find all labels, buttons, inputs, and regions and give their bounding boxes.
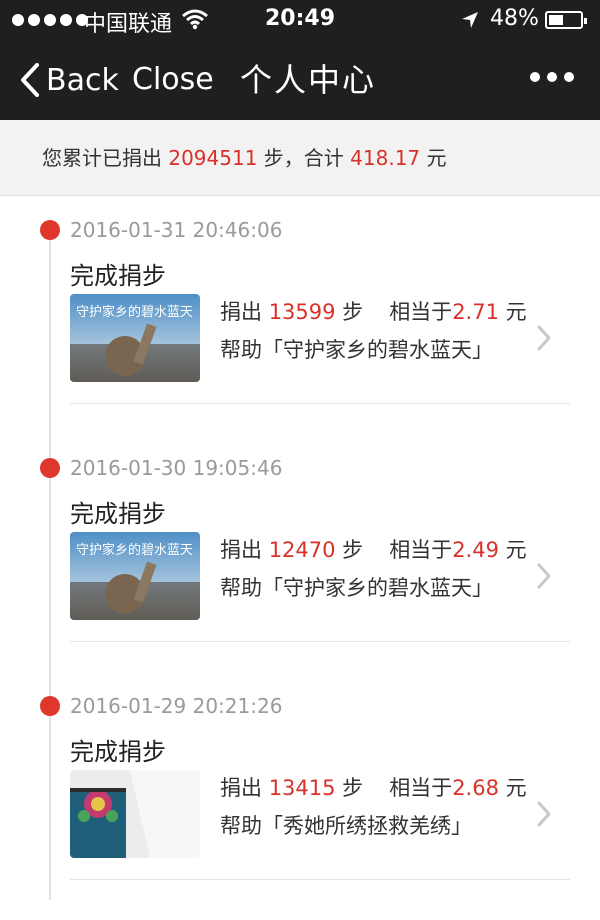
summary-total-amount: 418.17 [350, 146, 421, 170]
amount-unit: 元 [498, 776, 527, 800]
entry-amount: 2.68 [452, 776, 499, 800]
chevron-right-icon [537, 563, 551, 589]
entry-donation-line: 捐出 13415 步 相当于2.68 元 [220, 772, 527, 802]
summary-prefix: 您累计已捐出 [42, 146, 169, 170]
entry-date: 2016-01-31 20:46:06 [70, 218, 283, 242]
entry-help-text: 帮助「守护家乡的碧水蓝天」 [220, 338, 493, 362]
equiv-label: 相当于 [389, 538, 453, 562]
entry-donation-line: 捐出 13599 步 相当于2.71 元 [220, 296, 527, 326]
entry-action: 完成捐步 [70, 262, 166, 290]
entry-action: 完成捐步 [70, 500, 166, 528]
entry-steps: 13415 [268, 776, 336, 800]
donation-entry[interactable]: 2016-01-31 20:46:06 完成捐步 守护家乡的碧水蓝天 捐出 13… [0, 206, 600, 444]
donation-entry[interactable]: 2016-01-30 19:05:46 完成捐步 守护家乡的碧水蓝天 捐出 12… [0, 444, 600, 682]
entry-action: 完成捐步 [70, 738, 166, 766]
entry-divider [70, 403, 570, 404]
top-bar: 中国联通 20:49 48% Back Close 个人中心 [0, 0, 600, 120]
svg-text:守护家乡的碧水蓝天: 守护家乡的碧水蓝天 [76, 304, 193, 320]
location-arrow-icon [462, 12, 478, 28]
battery-percent: 48% [490, 6, 539, 31]
amount-unit: 元 [498, 538, 527, 562]
summary-mid: 步，合计 [257, 146, 351, 170]
entry-divider [70, 641, 570, 642]
timeline-dot [40, 696, 60, 716]
timeline-dot [40, 220, 60, 240]
back-label: Back [46, 62, 119, 98]
donation-entry[interactable]: 2016-01-29 20:21:26 完成捐步 捐出 13415 步 相当于2.… [0, 682, 600, 920]
project-thumbnail [70, 770, 200, 858]
equiv-label: 相当于 [389, 776, 453, 800]
summary-suffix: 元 [420, 146, 447, 170]
donate-label: 捐出 [220, 300, 269, 324]
entry-date: 2016-01-30 19:05:46 [70, 456, 283, 480]
steps-unit: 步 [335, 538, 364, 562]
page-title: 个人中心 [240, 61, 377, 99]
status-bar: 中国联通 20:49 48% [0, 0, 600, 40]
donate-label: 捐出 [220, 538, 269, 562]
entry-amount: 2.49 [452, 538, 499, 562]
back-button[interactable]: Back [20, 60, 119, 100]
entry-help-text: 帮助「秀她所绣拯救羌绣」 [220, 814, 472, 838]
entry-donation-line: 捐出 12470 步 相当于2.49 元 [220, 534, 527, 564]
entry-date: 2016-01-29 20:21:26 [70, 694, 283, 718]
amount-unit: 元 [498, 300, 527, 324]
nav-bar: Back Close 个人中心 [0, 40, 600, 120]
chevron-right-icon [537, 801, 551, 827]
entry-steps: 12470 [268, 538, 336, 562]
steps-unit: 步 [335, 776, 364, 800]
battery-icon [545, 11, 587, 29]
equiv-label: 相当于 [389, 300, 453, 324]
entry-divider [70, 879, 570, 880]
chevron-right-icon [537, 325, 551, 351]
steps-unit: 步 [335, 300, 364, 324]
donation-summary: 您累计已捐出 2094511 步，合计 418.17 元 [0, 120, 600, 196]
svg-text:守护家乡的碧水蓝天: 守护家乡的碧水蓝天 [76, 542, 193, 558]
entry-steps: 13599 [268, 300, 336, 324]
entry-help-text: 帮助「守护家乡的碧水蓝天」 [220, 576, 493, 600]
close-button[interactable]: Close [132, 60, 214, 100]
summary-total-steps: 2094511 [168, 146, 258, 170]
donate-label: 捐出 [220, 776, 269, 800]
project-thumbnail: 守护家乡的碧水蓝天 [70, 294, 200, 382]
project-thumbnail: 守护家乡的碧水蓝天 [70, 532, 200, 620]
timeline-dot [40, 458, 60, 478]
more-dots-icon[interactable] [530, 72, 574, 82]
entry-amount: 2.71 [452, 300, 499, 324]
back-chevron-icon [21, 63, 39, 97]
